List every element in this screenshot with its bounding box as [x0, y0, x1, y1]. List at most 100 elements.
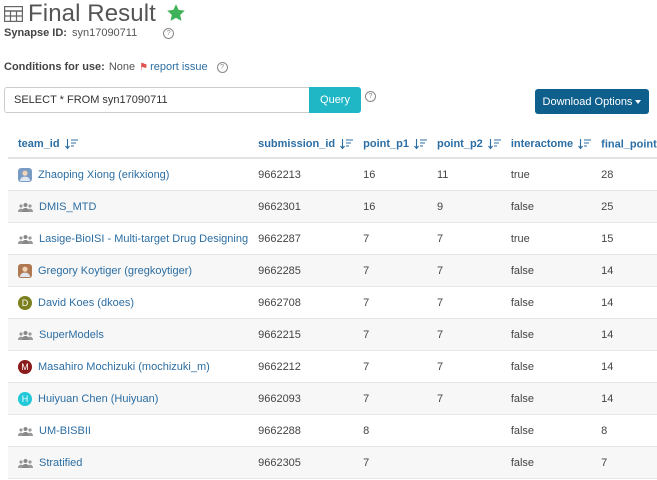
team-link[interactable]: Lasige-BioISI - Multi-target Drug Design… [39, 233, 248, 245]
caret-down-icon [635, 99, 642, 104]
table-row: Zhaoping Xiong (erikxiong) 9662213 16 11 tru… [8, 158, 657, 191]
table-row: M Masahiro Mochizuki (mochizuki_m) 9662212… [8, 350, 657, 383]
cell-interactome: false [500, 446, 592, 479]
team-icon [18, 202, 33, 212]
column-header-point-p2[interactable]: point_p2 [426, 131, 501, 159]
table-row: SuperModels 9662215 7 7 false 14 [8, 318, 657, 351]
column-header-final-point[interactable]: final_point [591, 131, 657, 159]
cell-point-p1: 7 [353, 446, 427, 479]
team-link[interactable]: David Koes (dkoes) [38, 297, 134, 309]
cell-team-id: SuperModels [8, 318, 249, 351]
cell-point-p1: 16 [353, 158, 427, 191]
flag-icon: ⚑ [139, 61, 149, 73]
avatar: H [18, 391, 32, 406]
column-header-interactome[interactable]: interactome [500, 131, 592, 159]
column-header-submission-id[interactable]: submission_id [248, 131, 354, 159]
cell-submission-id: 9662301 [248, 190, 354, 223]
cell-team-id: DMIS_MTD [8, 190, 249, 223]
download-options-button[interactable]: Download Options [535, 89, 649, 114]
cell-interactome: false [500, 190, 592, 223]
cell-team-id: Stratified [8, 446, 249, 479]
results-table: team_id submission_id point_p1 point_p2 … [8, 131, 657, 479]
sort-icon[interactable] [487, 138, 501, 150]
cell-point-p2 [426, 446, 501, 479]
help-icon[interactable]: ? [163, 27, 175, 39]
conditions-value: None [108, 61, 136, 73]
cell-interactome: false [500, 414, 592, 447]
cell-team-id: D David Koes (dkoes) [8, 286, 249, 319]
conditions-row: Conditions for use: None ⚑ report issue … [4, 61, 228, 73]
cell-final-point: 15 [591, 222, 657, 255]
cell-final-point: 14 [591, 382, 657, 415]
cell-interactome: false [500, 350, 592, 383]
team-link[interactable]: UM-BISBII [39, 425, 91, 437]
query-button[interactable]: Query [309, 87, 361, 113]
cell-team-id: H Huiyuan Chen (Huiyuan) [8, 382, 249, 415]
cell-point-p2 [426, 414, 501, 447]
team-icon [18, 234, 33, 244]
cell-team-id: Zhaoping Xiong (erikxiong) [8, 158, 249, 191]
table-row: D David Koes (dkoes) 9662708 7 7 false 14 [8, 286, 657, 319]
team-link[interactable]: SuperModels [39, 329, 104, 341]
query-input[interactable] [4, 87, 310, 113]
sort-icon[interactable] [578, 138, 592, 150]
team-link[interactable]: Stratified [39, 457, 82, 469]
avatar: D [18, 295, 32, 310]
cell-team-id: M Masahiro Mochizuki (mochizuki_m) [8, 350, 249, 383]
table-row: Lasige-BioISI - Multi-target Drug Design… [8, 222, 657, 255]
column-header-point-p1[interactable]: point_p1 [353, 131, 427, 159]
favorite-star-icon[interactable] [166, 3, 186, 23]
page-title: Final Result [28, 0, 156, 27]
download-options-label: Download Options [542, 95, 633, 108]
avatar [18, 167, 32, 182]
table-row: UM-BISBII 9662288 8 false 8 [8, 414, 657, 447]
table-row: Stratified 9662305 7 false 7 [8, 446, 657, 479]
table-icon [4, 6, 23, 22]
cell-point-p1: 7 [353, 222, 427, 255]
cell-team-id: UM-BISBII [8, 414, 249, 447]
report-issue-link[interactable]: report issue [150, 61, 207, 73]
cell-submission-id: 9662093 [248, 382, 354, 415]
cell-final-point: 14 [591, 254, 657, 287]
cell-point-p2: 7 [426, 222, 501, 255]
cell-point-p2: 7 [426, 318, 501, 351]
conditions-label: Conditions for use: [4, 61, 105, 73]
cell-point-p1: 7 [353, 318, 427, 351]
team-icon [18, 330, 33, 340]
cell-point-p2: 11 [426, 158, 501, 191]
cell-interactome: false [500, 318, 592, 351]
cell-final-point: 14 [591, 286, 657, 319]
cell-final-point: 14 [591, 318, 657, 351]
cell-interactome: true [500, 222, 592, 255]
cell-submission-id: 9662288 [248, 414, 354, 447]
synapse-id-value: syn17090711 [71, 27, 138, 39]
cell-interactome: false [500, 254, 592, 287]
column-header-team-id[interactable]: team_id [8, 131, 249, 159]
cell-point-p2: 9 [426, 190, 501, 223]
table-row: Gregory Koytiger (gregkoytiger) 9662285 7 7… [8, 254, 657, 287]
help-icon[interactable]: ? [216, 61, 228, 73]
cell-point-p2: 7 [426, 286, 501, 319]
cell-submission-id: 9662213 [248, 158, 354, 191]
sort-icon[interactable] [414, 138, 427, 150]
table-row: DMIS_MTD 9662301 16 9 false 25 [8, 190, 657, 223]
cell-submission-id: 9662212 [248, 350, 354, 383]
team-link[interactable]: DMIS_MTD [39, 201, 96, 213]
query-help-icon[interactable]: ? [365, 91, 376, 102]
team-link[interactable]: Zhaoping Xiong (erikxiong) [38, 169, 169, 181]
cell-point-p1: 7 [353, 254, 427, 287]
sort-icon[interactable] [64, 138, 78, 150]
cell-submission-id: 9662708 [248, 286, 354, 319]
cell-submission-id: 9662287 [248, 222, 354, 255]
team-link[interactable]: Gregory Koytiger (gregkoytiger) [38, 265, 192, 277]
team-icon [18, 426, 33, 436]
cell-team-id: Lasige-BioISI - Multi-target Drug Design… [8, 222, 249, 255]
table-body: Zhaoping Xiong (erikxiong) 9662213 16 11 tru… [8, 158, 657, 479]
cell-point-p1: 8 [353, 414, 427, 447]
team-link[interactable]: Huiyuan Chen (Huiyuan) [38, 393, 158, 405]
cell-final-point: 7 [591, 446, 657, 479]
avatar: M [18, 359, 32, 374]
cell-point-p1: 16 [353, 190, 427, 223]
sort-icon[interactable] [340, 138, 354, 150]
team-link[interactable]: Masahiro Mochizuki (mochizuki_m) [38, 361, 210, 373]
